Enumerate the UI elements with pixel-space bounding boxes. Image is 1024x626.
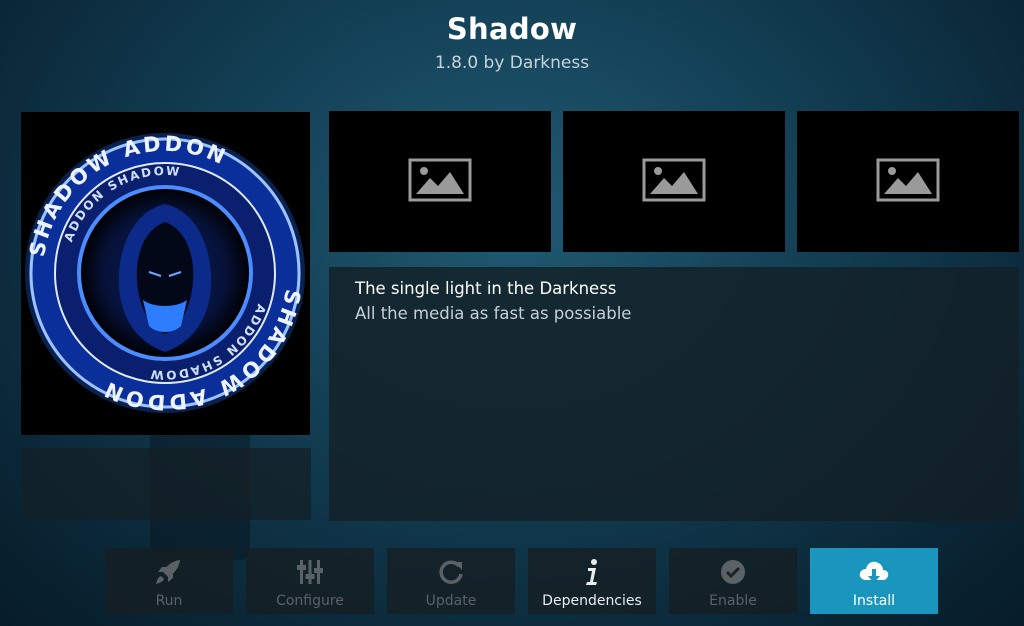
- image-placeholder-icon: [876, 158, 940, 206]
- rocket-icon: [154, 558, 184, 586]
- screenshot-thumbnail[interactable]: [329, 111, 551, 252]
- addon-logo: SHADOW ADDON SHADOW ADDON ADDON SHADOW A…: [21, 112, 310, 435]
- refresh-icon: [437, 558, 465, 586]
- description-title: The single light in the Darkness: [355, 279, 617, 298]
- addon-version-author: 1.8.0 by Darkness: [434, 53, 590, 73]
- run-button-label: Run: [155, 593, 183, 609]
- info-icon: [582, 558, 602, 586]
- screenshot-thumbnail[interactable]: [797, 111, 1019, 252]
- description-panel: The single light in the Darkness All the…: [329, 267, 1019, 521]
- enable-button-label: Enable: [709, 593, 757, 609]
- screenshot-thumbnail[interactable]: [563, 111, 785, 252]
- image-placeholder-icon: [408, 158, 472, 206]
- configure-button-label: Configure: [276, 593, 344, 609]
- cloud-download-icon: [857, 558, 891, 586]
- enable-button[interactable]: Enable: [669, 548, 797, 614]
- checkmark-icon: [720, 558, 746, 586]
- image-placeholder-icon: [642, 158, 706, 206]
- dependencies-button[interactable]: Dependencies: [528, 548, 656, 614]
- update-button-label: Update: [425, 593, 477, 609]
- run-button[interactable]: Run: [105, 548, 233, 614]
- sliders-icon: [296, 558, 324, 586]
- description-body: All the media as fast as possiable: [355, 304, 632, 323]
- configure-button[interactable]: Configure: [246, 548, 374, 614]
- install-button[interactable]: Install: [810, 548, 938, 614]
- install-button-label: Install: [852, 593, 896, 609]
- addon-title: Shadow: [446, 12, 578, 46]
- dependencies-button-label: Dependencies: [542, 593, 642, 609]
- addon-info-strip: [22, 448, 311, 520]
- update-button[interactable]: Update: [387, 548, 515, 614]
